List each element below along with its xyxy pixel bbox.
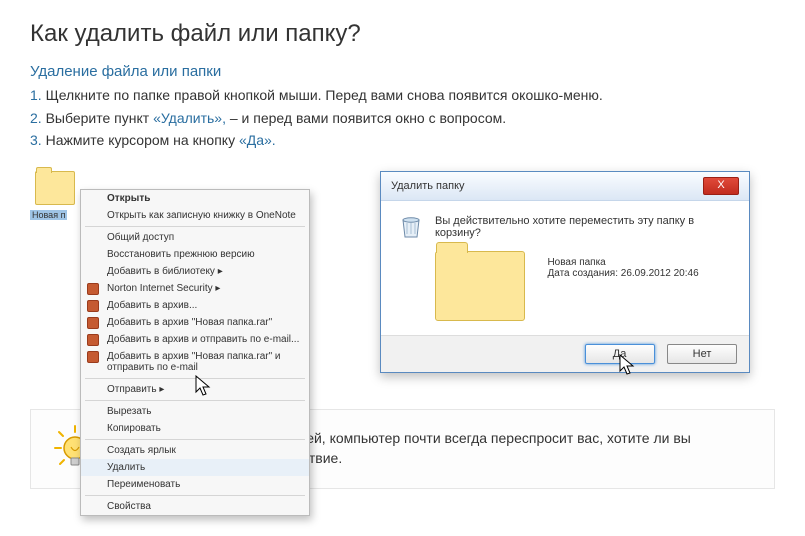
page-title: Как удалить файл или папку? [30,20,775,48]
folder-icon[interactable] [35,171,75,205]
step-1-num: 1. [30,87,42,103]
dialog-question: Вы действительно хотите переместить эту … [435,215,733,239]
menu-separator [85,226,305,227]
no-button[interactable]: Нет [667,344,737,364]
step-2-num: 2. [30,110,42,126]
dialog-title: Удалить папку [391,180,465,192]
context-menu-illustration: Новая п ОткрытьОткрыть как записную книж… [30,171,320,223]
archive-icon [87,334,99,346]
menu-item[interactable]: Norton Internet Security ▸ [81,280,309,297]
step-3-pre: Нажмите курсором на кнопку [46,132,239,148]
step-3: 3. Нажмите курсором на кнопку «Да». [30,131,775,151]
menu-item[interactable]: Создать ярлык [81,442,309,459]
archive-icon [87,351,99,363]
dialog-close-button[interactable]: X [703,177,739,195]
folder-label: Новая п [30,210,67,220]
confirm-dialog: Удалить папку X Вы действительно хотите … [380,171,750,373]
recycle-bin-icon [400,213,422,239]
step-3-hl: «Да». [239,132,276,148]
step-2-hl: «Удалить», [153,110,226,126]
menu-item[interactable]: Свойства [81,498,309,515]
menu-item[interactable]: Открыть [81,190,309,207]
step-1: 1. Щелкните по папке правой кнопкой мыши… [30,86,775,106]
menu-item[interactable]: Переименовать [81,476,309,493]
step-2-pre: Выберите пункт [46,110,153,126]
step-3-num: 3. [30,132,42,148]
menu-item[interactable]: Общий доступ [81,229,309,246]
dialog-body: Вы действительно хотите переместить эту … [381,201,749,335]
menu-separator [85,400,305,401]
menu-separator [85,495,305,496]
section-subheading: Удаление файла или папки [30,63,775,80]
menu-item[interactable]: Отправить ▸ [81,381,309,398]
menu-item[interactable]: Удалить [81,459,309,476]
step-1-text: Щелкните по папке правой кнопкой мыши. П… [46,87,603,103]
menu-item[interactable]: Восстановить прежнюю версию [81,246,309,263]
illustrations: Новая п ОткрытьОткрыть как записную книж… [30,171,775,373]
menu-separator [85,439,305,440]
dialog-question-text: Вы действительно хотите переместить эту … [435,215,694,239]
context-menu: ОткрытьОткрыть как записную книжку в One… [80,189,310,516]
menu-item[interactable]: Добавить в архив "Новая папка.rar" и отп… [81,348,309,376]
yes-button[interactable]: Да [585,344,655,364]
step-2-post: – и перед вами появится окно с вопросом. [230,110,506,126]
menu-item[interactable]: Добавить в библиотеку ▸ [81,263,309,280]
dialog-folder-info: Новая папка Дата создания: 26.09.2012 20… [547,257,698,279]
step-2: 2. Выберите пункт «Удалить», – и перед в… [30,109,775,129]
menu-separator [85,378,305,379]
dialog-folder-name: Новая папка [547,257,698,268]
archive-icon [87,300,99,312]
dialog-folder-created: Дата создания: 26.09.2012 20:46 [547,268,698,279]
archive-icon [87,283,99,295]
dialog-titlebar: Удалить папку X [381,172,749,201]
menu-item[interactable]: Открыть как записную книжку в OneNote [81,207,309,224]
archive-icon [87,317,99,329]
menu-item[interactable]: Добавить в архив и отправить по e-mail..… [81,331,309,348]
menu-item[interactable]: Копировать [81,420,309,437]
menu-item[interactable]: Добавить в архив... [81,297,309,314]
menu-item[interactable]: Добавить в архив "Новая папка.rar" [81,314,309,331]
dialog-buttons: Да Нет [381,335,749,372]
dialog-folder-icon [435,251,525,321]
menu-item[interactable]: Вырезать [81,403,309,420]
